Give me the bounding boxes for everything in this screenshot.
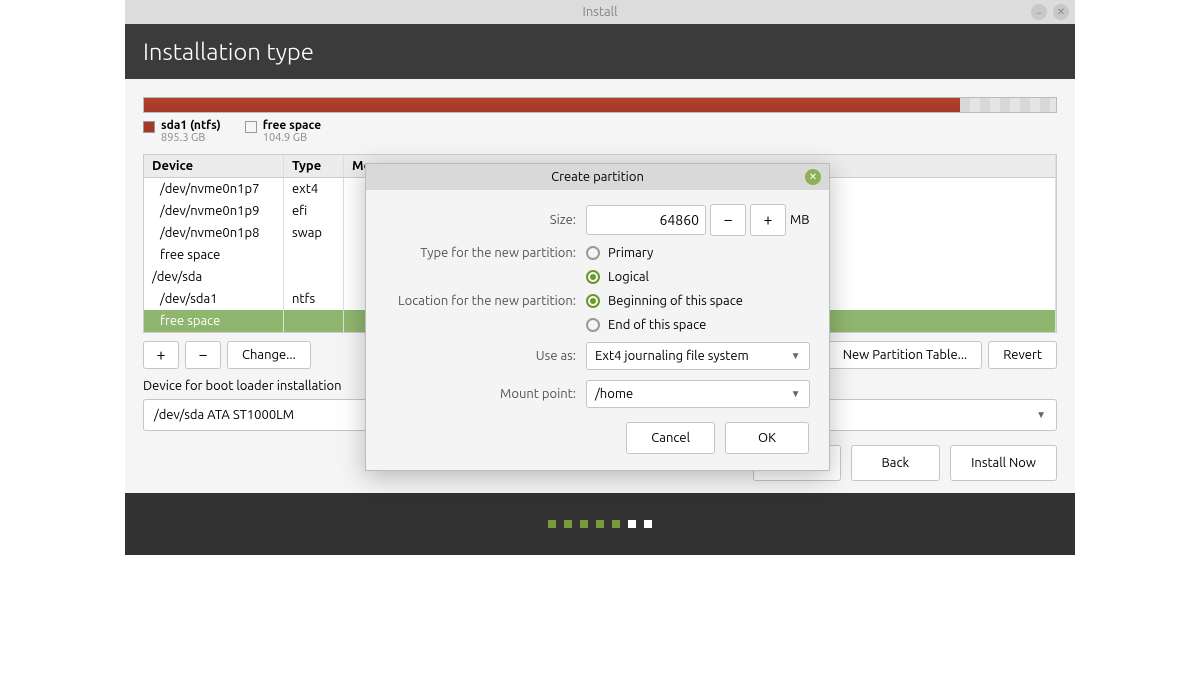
chevron-down-icon: ▼ <box>1036 409 1046 421</box>
dialog-title: Create partition ✕ <box>366 164 829 190</box>
swatch-icon <box>245 121 257 133</box>
partition-type-label: Type for the new partition: <box>376 246 576 260</box>
chevron-down-icon: ▼ <box>791 388 801 400</box>
location-label: Location for the new partition: <box>376 294 576 308</box>
titlebar: Install − ✕ <box>125 0 1075 24</box>
progress-dot <box>580 520 588 528</box>
window-title: Install <box>583 5 618 19</box>
create-partition-dialog: Create partition ✕ Size: − + MB Type for… <box>365 163 830 471</box>
size-increment-button[interactable]: + <box>750 204 786 236</box>
radio-beginning[interactable]: Beginning of this space <box>586 294 810 308</box>
progress-dot <box>548 520 556 528</box>
minimize-icon[interactable]: − <box>1031 4 1047 20</box>
size-input[interactable] <box>586 205 706 235</box>
mount-point-select[interactable]: /home▼ <box>586 380 810 408</box>
col-type[interactable]: Type <box>284 155 344 177</box>
size-label: Size: <box>376 213 576 227</box>
close-icon[interactable]: ✕ <box>805 169 821 185</box>
swatch-icon <box>143 121 155 133</box>
ok-button[interactable]: OK <box>725 422 809 454</box>
col-device[interactable]: Device <box>144 155 284 177</box>
add-partition-button[interactable]: + <box>143 341 179 369</box>
progress-dot <box>596 520 604 528</box>
progress-dots <box>125 493 1075 555</box>
disk-legend: sda1 (ntfs)895.3 GB free space104.9 GB <box>143 119 1057 144</box>
progress-dot <box>628 520 636 528</box>
progress-dot <box>564 520 572 528</box>
remove-partition-button[interactable]: − <box>185 341 221 369</box>
back-button[interactable]: Back <box>851 445 941 481</box>
progress-dot <box>644 520 652 528</box>
size-unit: MB <box>790 213 810 227</box>
radio-logical[interactable]: Logical <box>586 270 810 284</box>
disk-usage-bar <box>143 97 1057 113</box>
cancel-button[interactable]: Cancel <box>626 422 715 454</box>
progress-dot <box>612 520 620 528</box>
chevron-down-icon: ▼ <box>791 350 801 362</box>
radio-end[interactable]: End of this space <box>586 318 810 332</box>
radio-primary[interactable]: Primary <box>586 246 810 260</box>
new-partition-table-button[interactable]: New Partition Table... <box>828 341 983 369</box>
change-partition-button[interactable]: Change... <box>227 341 311 369</box>
size-decrement-button[interactable]: − <box>710 204 746 236</box>
page-title: Installation type <box>125 24 1075 79</box>
use-as-select[interactable]: Ext4 journaling file system▼ <box>586 342 810 370</box>
mount-point-label: Mount point: <box>376 387 576 401</box>
use-as-label: Use as: <box>376 349 576 363</box>
revert-button[interactable]: Revert <box>988 341 1057 369</box>
close-window-icon[interactable]: ✕ <box>1053 4 1069 20</box>
install-now-button[interactable]: Install Now <box>950 445 1057 481</box>
